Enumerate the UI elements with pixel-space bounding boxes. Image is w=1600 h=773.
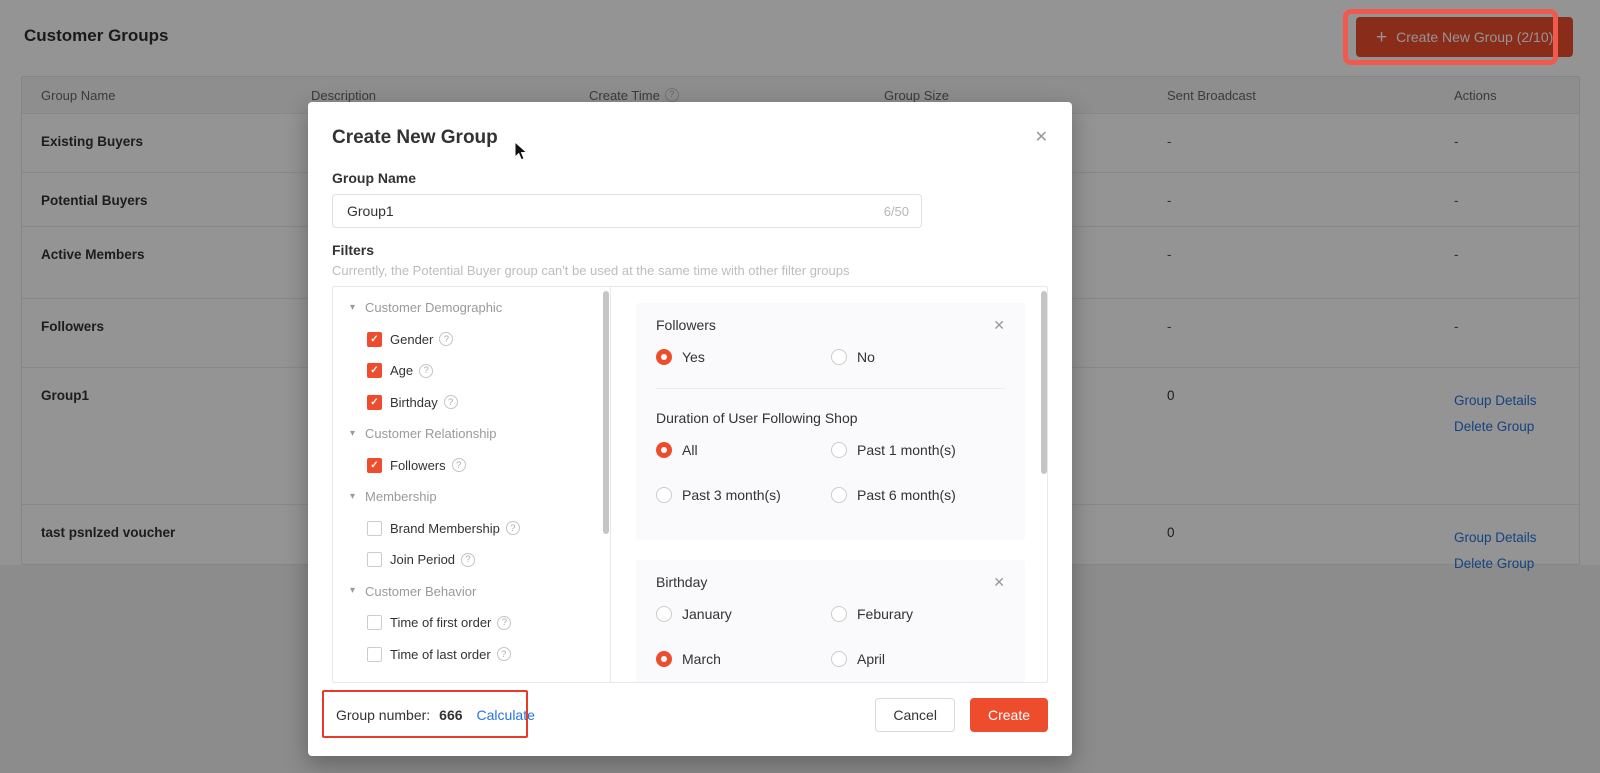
radio-selected-icon [656, 349, 672, 365]
create-button[interactable]: Create [969, 698, 1048, 732]
caret-down-icon: ▾ [350, 427, 356, 439]
duration-subtitle: Duration of User Following Shop [656, 410, 858, 426]
checkbox-checked[interactable]: ✓ [367, 363, 382, 379]
tree-section-customer-demographic[interactable]: ▾ Customer Demographic [333, 292, 610, 324]
checkbox-checked[interactable]: ✓ [367, 394, 382, 410]
help-icon[interactable]: ? [451, 458, 466, 473]
card-title: Followers [656, 317, 716, 333]
selected-filter-cards: Followers ✕ Yes No Duration of User Foll… [612, 287, 1047, 682]
group-number-area: Group number: 666 Calculate [332, 707, 535, 723]
radio-unselected-icon [831, 487, 847, 503]
caret-down-icon: ▾ [350, 585, 356, 597]
checkbox-unchecked[interactable] [367, 520, 382, 536]
radio-selected-icon [656, 651, 672, 667]
radio-unselected-icon [656, 487, 672, 503]
caret-down-icon: ▾ [350, 301, 356, 313]
group-name-input-wrap: 6/50 [332, 194, 922, 228]
tree-section-customer-relationship[interactable]: ▾ Customer Relationship [333, 418, 610, 450]
cancel-button[interactable]: Cancel [875, 698, 955, 732]
help-icon[interactable]: ? [419, 363, 434, 378]
checkbox-unchecked[interactable] [367, 552, 382, 568]
checkbox-checked[interactable]: ✓ [367, 331, 382, 347]
help-icon[interactable]: ? [497, 615, 512, 630]
radio-option-no[interactable]: No [831, 349, 1005, 365]
tree-item-brand-membership: Brand Membership ? [333, 513, 610, 545]
filter-card-birthday: Birthday ✕ January Feburary March April [636, 560, 1025, 682]
checkbox-checked[interactable]: ✓ [367, 457, 382, 473]
cards-scrollbar-thumb[interactable] [1041, 291, 1047, 474]
filter-card-followers: Followers ✕ Yes No Duration of User Foll… [636, 303, 1025, 540]
tree-item-time-of-first-order: Time of first order ? [333, 607, 610, 639]
checkbox-unchecked[interactable] [367, 646, 382, 662]
group-name-input[interactable] [345, 202, 876, 220]
group-name-label: Group Name [332, 170, 417, 186]
tree-section-customer-behavior[interactable]: ▾ Customer Behavior [333, 576, 610, 608]
tree-item-age: ✓ Age ? [333, 355, 610, 387]
close-icon[interactable]: ✕ [993, 318, 1005, 332]
card-title: Birthday [656, 574, 708, 590]
char-counter: 6/50 [883, 203, 909, 219]
close-icon[interactable]: ✕ [1035, 130, 1048, 146]
checkbox-unchecked[interactable] [367, 615, 382, 631]
modal-header: Create New Group ✕ [332, 126, 1048, 150]
radio-unselected-icon [831, 606, 847, 622]
help-icon[interactable]: ? [439, 332, 454, 347]
tree-item-join-period: Join Period ? [333, 544, 610, 576]
divider [656, 388, 1005, 389]
group-number-label: Group number: [336, 707, 431, 723]
radio-option-past-1-month[interactable]: Past 1 month(s) [831, 442, 1005, 458]
help-icon[interactable]: ? [443, 395, 458, 410]
radio-option-yes[interactable]: Yes [656, 349, 831, 365]
screen: Customer Groups + Create New Group (2/10… [0, 0, 1600, 773]
radio-unselected-icon [831, 349, 847, 365]
tree-section-membership[interactable]: ▾ Membership [333, 481, 610, 513]
modal-title: Create New Group [332, 127, 498, 148]
radio-selected-icon [656, 442, 672, 458]
tree-item-followers: ✓ Followers ? [333, 450, 610, 482]
filters-label: Filters [332, 242, 375, 258]
radio-option-feburary[interactable]: Feburary [831, 606, 1005, 622]
help-icon[interactable]: ? [461, 552, 476, 567]
radio-option-past-3-months[interactable]: Past 3 month(s) [656, 487, 831, 503]
radio-unselected-icon [656, 606, 672, 622]
modal-footer: Group number: 666 Calculate Cancel Creat… [322, 690, 1048, 740]
tree-item-time-of-last-order: Time of last order ? [333, 639, 610, 671]
create-new-group-modal: Create New Group ✕ Group Name 6/50 Filte… [308, 102, 1072, 756]
tree-item-birthday: ✓ Birthday ? [333, 387, 610, 419]
radio-unselected-icon [831, 442, 847, 458]
help-icon[interactable]: ? [496, 647, 511, 662]
radio-option-april[interactable]: April [831, 651, 1005, 667]
tree-scrollbar-thumb[interactable] [603, 291, 609, 534]
radio-option-march[interactable]: March [656, 651, 831, 667]
help-icon[interactable]: ? [505, 521, 520, 536]
close-icon[interactable]: ✕ [993, 575, 1005, 589]
group-number-value: 666 [439, 707, 463, 723]
filters-panel: ▾ Customer Demographic ✓ Gender ? ✓ Age … [332, 286, 1048, 683]
radio-unselected-icon [831, 651, 847, 667]
caret-down-icon: ▾ [350, 490, 356, 502]
radio-option-past-6-months[interactable]: Past 6 month(s) [831, 487, 1005, 503]
filters-note: Currently, the Potential Buyer group can… [332, 263, 850, 278]
tree-item-gender: ✓ Gender ? [333, 324, 610, 356]
filter-tree: ▾ Customer Demographic ✓ Gender ? ✓ Age … [333, 287, 611, 682]
calculate-link[interactable]: Calculate [477, 707, 535, 723]
radio-option-all[interactable]: All [656, 442, 831, 458]
radio-option-january[interactable]: January [656, 606, 831, 622]
